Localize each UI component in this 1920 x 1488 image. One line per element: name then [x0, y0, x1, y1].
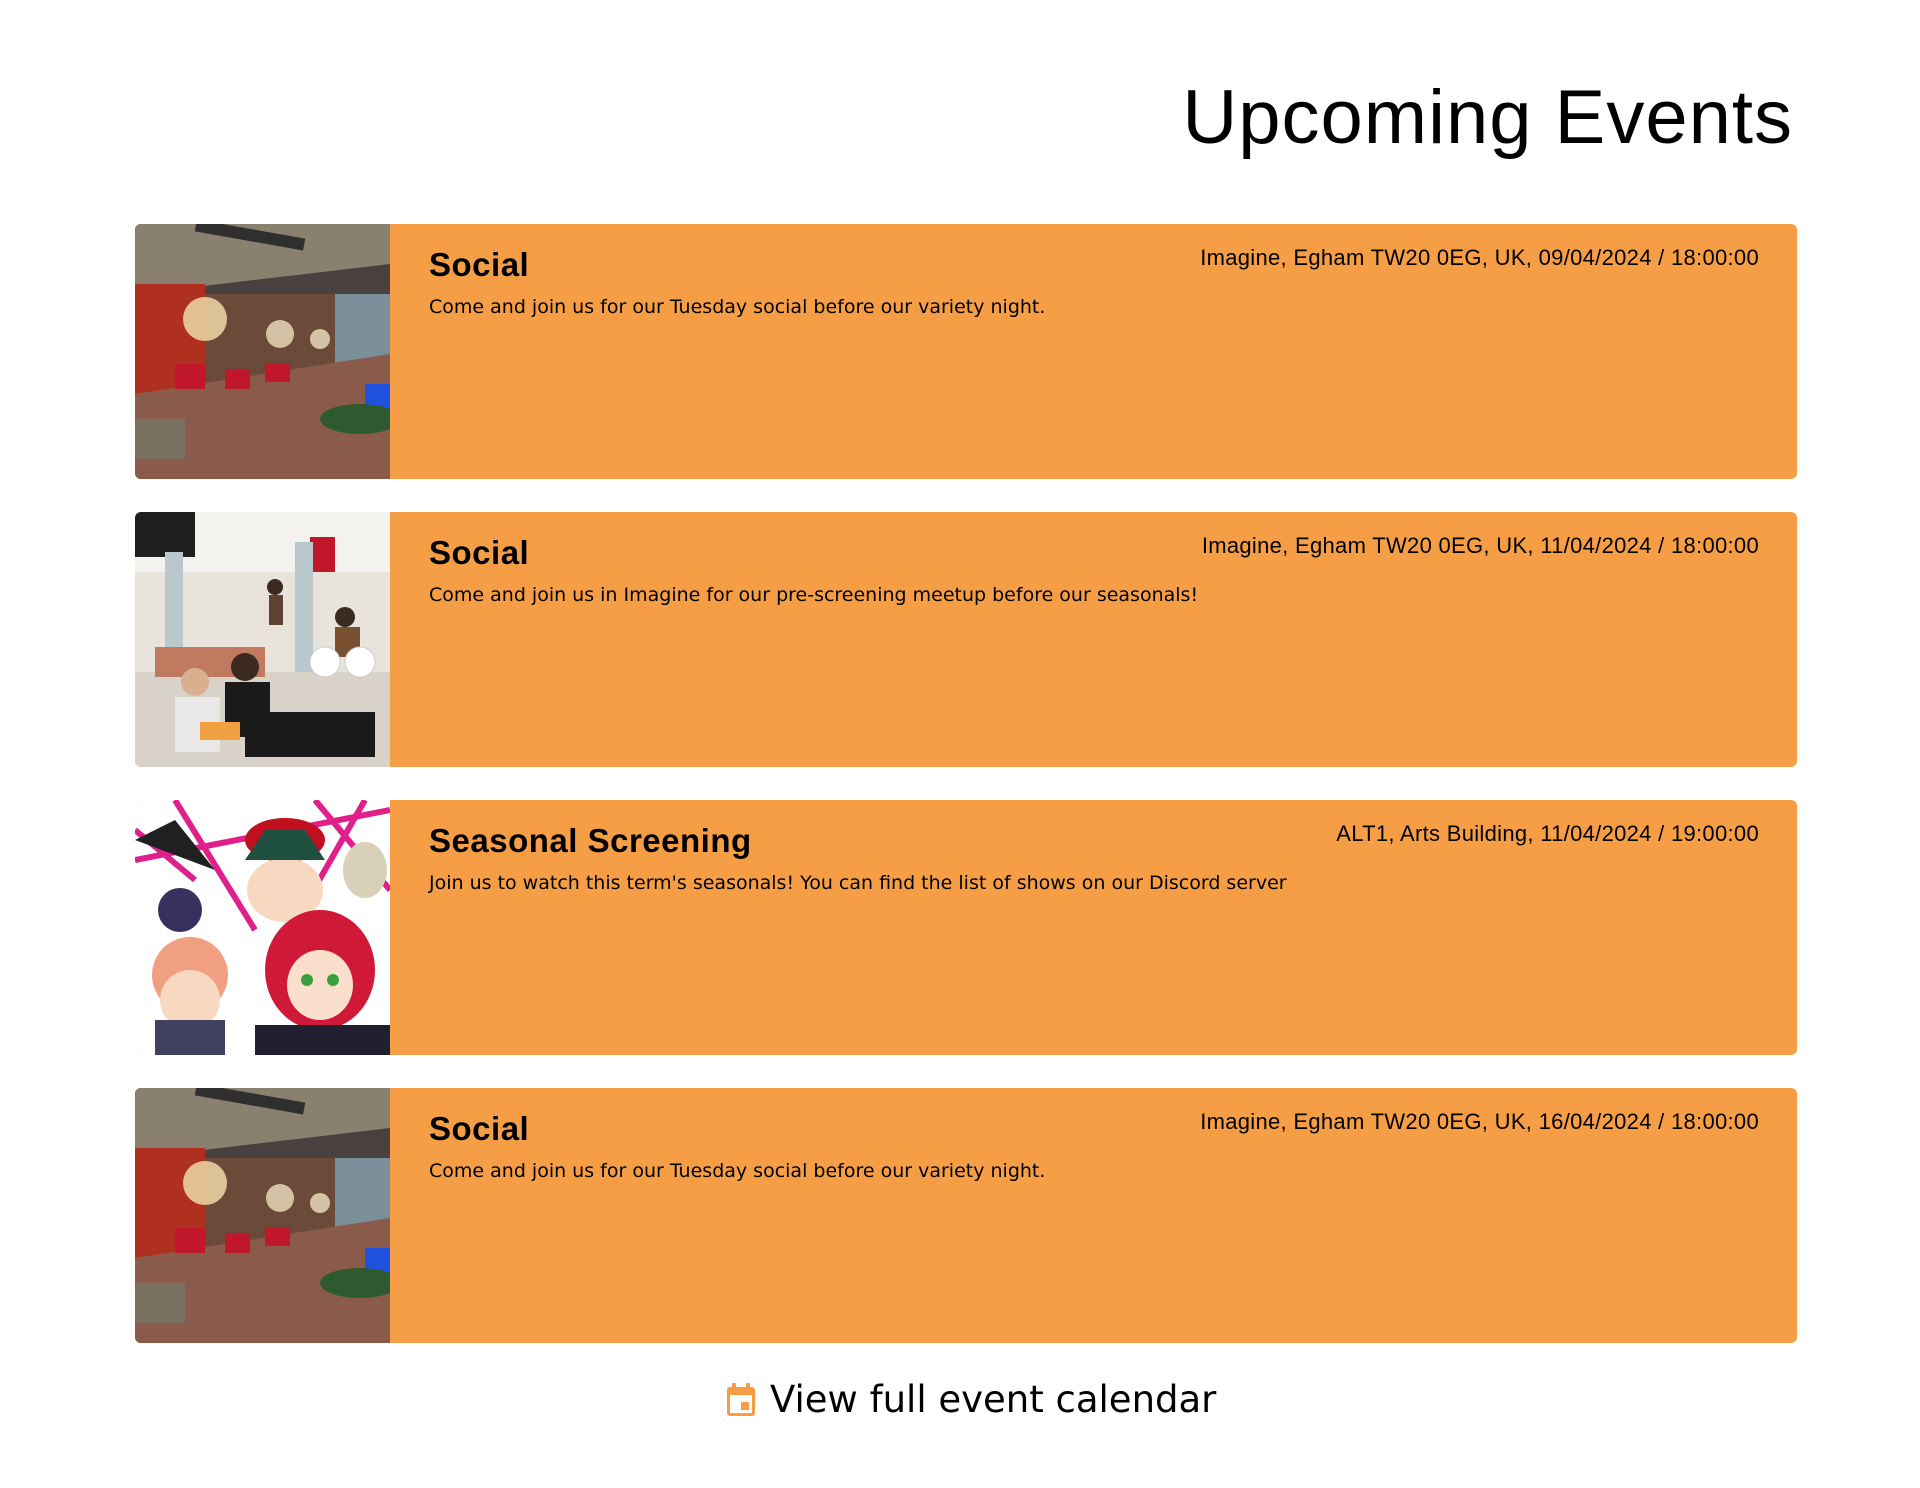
- page-title: Upcoming Events: [1182, 75, 1793, 160]
- event-card[interactable]: Seasonal Screening ALT1, Arts Building, …: [135, 800, 1797, 1055]
- event-details: Social Imagine, Egham TW20 0EG, UK, 11/0…: [390, 512, 1797, 767]
- event-image-venue-interior: [135, 1088, 390, 1343]
- event-description: Come and join us for our Tuesday social …: [429, 1160, 1046, 1182]
- event-details: Social Imagine, Egham TW20 0EG, UK, 16/0…: [390, 1088, 1797, 1343]
- event-title: Seasonal Screening: [429, 822, 752, 859]
- event-description: Join us to watch this term's seasonals! …: [429, 872, 1287, 894]
- event-title: Social: [429, 534, 530, 571]
- event-image-students-gathering: [135, 512, 390, 767]
- view-calendar-link[interactable]: View full event calendar: [726, 1378, 1216, 1421]
- calendar-icon: [726, 1382, 756, 1417]
- event-card[interactable]: Social Imagine, Egham TW20 0EG, UK, 16/0…: [135, 1088, 1797, 1343]
- event-location-datetime: Imagine, Egham TW20 0EG, UK, 09/04/2024 …: [1200, 245, 1759, 270]
- event-title: Social: [429, 1110, 530, 1147]
- event-details: Social Imagine, Egham TW20 0EG, UK, 09/0…: [390, 224, 1797, 479]
- event-location-datetime: Imagine, Egham TW20 0EG, UK, 16/04/2024 …: [1200, 1109, 1759, 1134]
- event-card[interactable]: Social Imagine, Egham TW20 0EG, UK, 09/0…: [135, 224, 1797, 479]
- event-list: Social Imagine, Egham TW20 0EG, UK, 09/0…: [135, 224, 1797, 1376]
- view-calendar-label: View full event calendar: [770, 1378, 1217, 1421]
- event-image-anime-artwork: [135, 800, 390, 1055]
- event-description: Come and join us in Imagine for our pre-…: [429, 584, 1199, 606]
- event-description: Come and join us for our Tuesday social …: [429, 296, 1046, 318]
- event-image-venue-interior: [135, 224, 390, 479]
- event-title: Social: [429, 246, 530, 283]
- event-details: Seasonal Screening ALT1, Arts Building, …: [390, 800, 1797, 1055]
- event-location-datetime: Imagine, Egham TW20 0EG, UK, 11/04/2024 …: [1201, 533, 1759, 558]
- event-card[interactable]: Social Imagine, Egham TW20 0EG, UK, 11/0…: [135, 512, 1797, 767]
- event-location-datetime: ALT1, Arts Building, 11/04/2024 / 19:00:…: [1336, 821, 1759, 846]
